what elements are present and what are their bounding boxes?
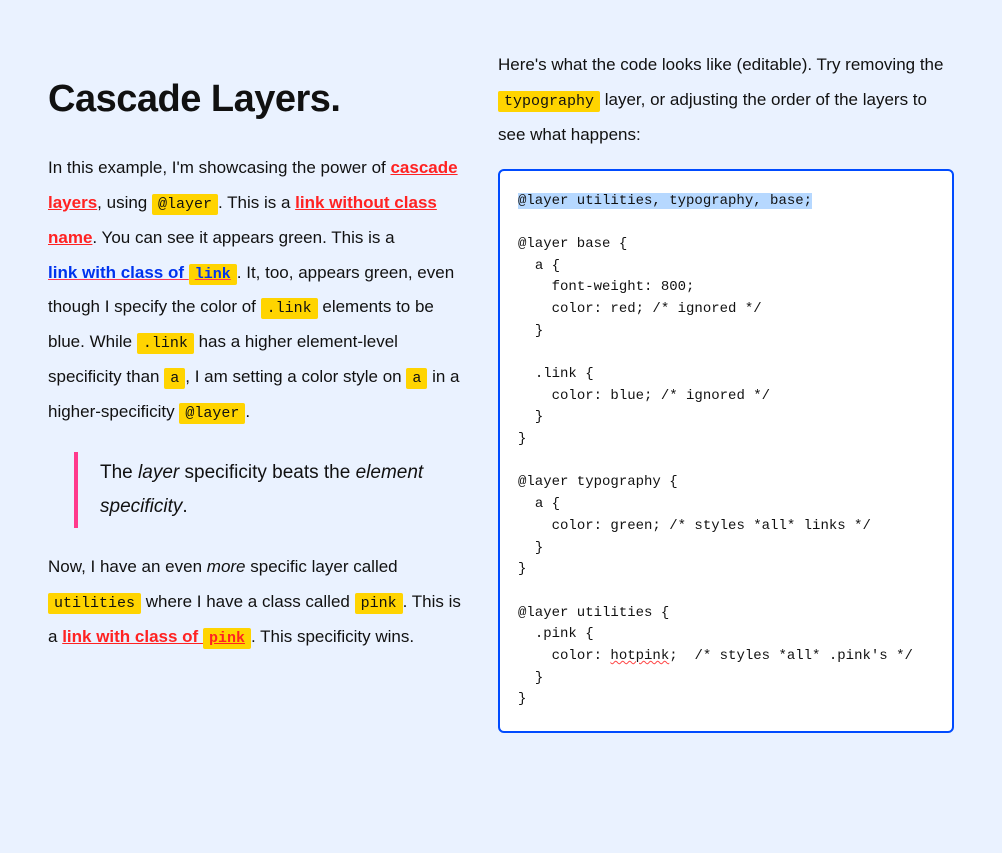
text: Here's what the code looks like (editabl… xyxy=(498,55,943,74)
blockquote: The layer specificity beats the element … xyxy=(74,452,468,528)
code-line[interactable]: } xyxy=(518,431,526,447)
code-selected-line[interactable]: @layer utilities, typography, base; xyxy=(518,193,812,209)
code-line[interactable]: } xyxy=(518,670,543,686)
text: The xyxy=(100,462,138,483)
code-line[interactable]: a { xyxy=(518,496,560,512)
text: , using xyxy=(97,193,152,212)
text: specific layer called xyxy=(246,557,398,576)
code-a: a xyxy=(164,368,185,389)
text: . xyxy=(245,402,250,421)
left-column: Cascade Layers. In this example, I'm sho… xyxy=(48,48,468,733)
code-line[interactable]: a { xyxy=(518,258,560,274)
code-line[interactable]: color: xyxy=(518,648,610,664)
code-line[interactable]: } xyxy=(518,409,543,425)
code-line[interactable]: } xyxy=(518,691,526,707)
code-a: a xyxy=(406,368,427,389)
code-line[interactable]: } xyxy=(518,561,526,577)
text: In this example, I'm showcasing the powe… xyxy=(48,158,390,177)
link-text: link with class of xyxy=(48,263,189,282)
code-line[interactable]: .pink { xyxy=(518,626,594,642)
text: . You can see it appears green. This is … xyxy=(92,228,394,247)
link-with-class-link[interactable]: link with class of link xyxy=(48,263,237,282)
code-line[interactable]: color: red; /* ignored */ xyxy=(518,301,762,317)
page: Cascade Layers. In this example, I'm sho… xyxy=(0,0,1002,781)
text: . This is a xyxy=(218,193,295,212)
code-content[interactable]: @layer utilities, typography, base; @lay… xyxy=(518,191,934,712)
code-line[interactable]: font-weight: 800; xyxy=(518,279,694,295)
code-line[interactable]: } xyxy=(518,323,543,339)
paragraph-2: Now, I have an even more specific layer … xyxy=(48,550,468,655)
code-layer: @layer xyxy=(152,194,218,215)
em-more: more xyxy=(207,557,246,576)
text: , I am setting a color style on xyxy=(185,367,406,386)
right-column: Here's what the code looks like (editabl… xyxy=(498,48,954,733)
code-pink-inline: pink xyxy=(203,628,251,649)
page-title: Cascade Layers. xyxy=(48,78,468,121)
code-spellwave[interactable]: hotpink xyxy=(610,648,669,664)
code-line[interactable]: .link { xyxy=(518,366,594,382)
text: Now, I have an even xyxy=(48,557,207,576)
paragraph-1: In this example, I'm showcasing the powe… xyxy=(48,151,468,430)
code-utilities: utilities xyxy=(48,593,141,614)
code-editor[interactable]: @layer utilities, typography, base; @lay… xyxy=(498,169,954,734)
code-typography: typography xyxy=(498,91,600,112)
code-line[interactable]: @layer utilities { xyxy=(518,605,669,621)
code-pink: pink xyxy=(355,593,403,614)
em-layer: layer xyxy=(138,462,179,483)
code-line[interactable]: color: blue; /* ignored */ xyxy=(518,388,770,404)
code-line[interactable]: @layer typography { xyxy=(518,474,678,490)
code-layer: @layer xyxy=(179,403,245,424)
text: specificity beats the xyxy=(179,462,355,483)
code-line[interactable]: @layer base { xyxy=(518,236,627,252)
link-text: link with class of xyxy=(62,627,203,646)
code-line[interactable]: color: green; /* styles *all* links */ xyxy=(518,518,871,534)
code-intro: Here's what the code looks like (editabl… xyxy=(498,48,954,153)
text: . xyxy=(182,496,187,517)
code-line[interactable]: ; /* styles *all* .pink's */ xyxy=(669,648,913,664)
code-line[interactable]: } xyxy=(518,540,543,556)
code-dot-link: .link xyxy=(137,333,194,354)
code-dot-link: .link xyxy=(261,298,318,319)
code-link-inline: link xyxy=(189,264,237,285)
link-with-class-pink[interactable]: link with class of pink xyxy=(62,627,251,646)
text: where I have a class called xyxy=(141,592,355,611)
text: . This specificity wins. xyxy=(251,627,414,646)
